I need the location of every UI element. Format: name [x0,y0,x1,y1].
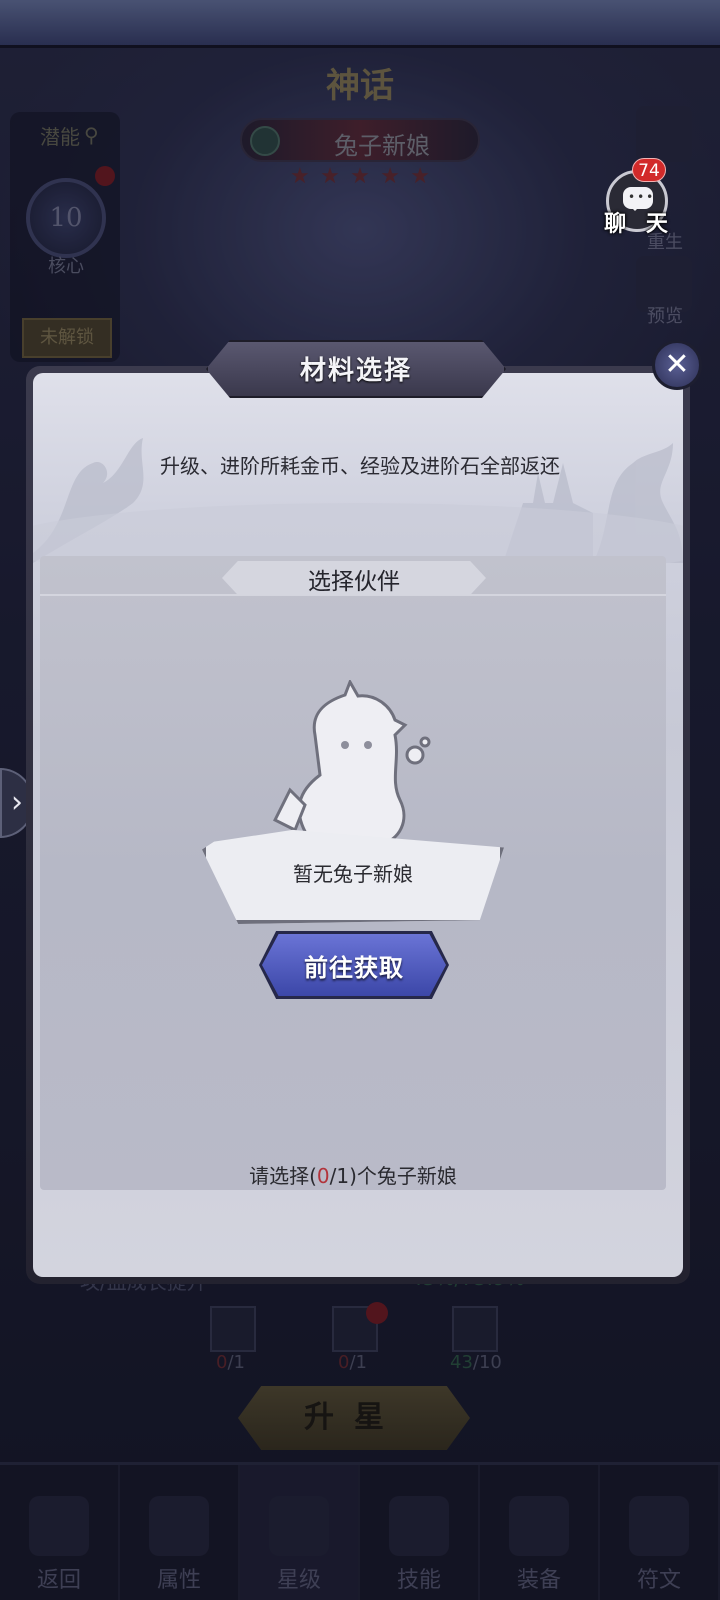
close-icon: ✕ [664,347,690,382]
selection-suffix: )个兔子新娘 [349,1164,457,1188]
hero-silhouette-image [272,680,431,847]
modal-title: 材料选择 [299,356,412,386]
goto-obtain-label[interactable]: 前往获取 [262,948,446,983]
selection-prefix: 请选择( [249,1164,317,1188]
chevron-right-icon: › [11,785,23,820]
selection-count: 请选择(0/1)个兔子新娘 [40,1160,666,1189]
chat-label[interactable]: 聊 天 [604,206,674,238]
empty-notice-text: 暂无兔子新娘 [293,862,413,886]
selection-current: 0 [316,1164,330,1188]
panel-title: 选择伙伴 [308,569,400,595]
close-button[interactable]: ✕ [652,340,702,390]
selection-total: /1 [329,1164,350,1188]
chat-unread-badge: 74 [632,158,666,182]
refund-info-text: 升级、进阶所耗金币、经验及进阶石全部返还 [160,454,560,478]
spooky-trees-decoration [33,438,683,563]
